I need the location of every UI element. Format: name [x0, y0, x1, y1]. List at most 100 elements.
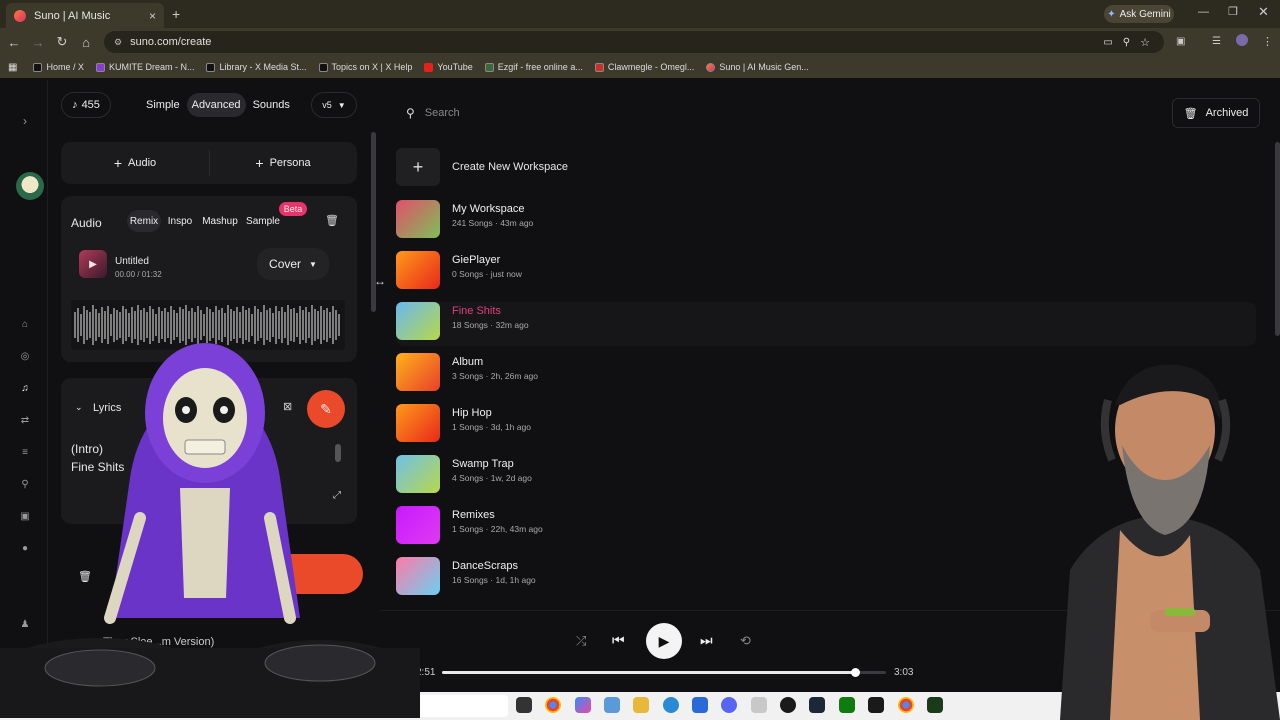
caret-down-icon: ▼	[309, 259, 317, 269]
task-view-icon[interactable]	[516, 697, 532, 713]
zoom-icon[interactable]: ⚲	[1123, 37, 1130, 48]
menu-kebab-icon[interactable]: ⋮	[1262, 35, 1273, 48]
archive-trash-icon: 🗑	[1183, 107, 1198, 120]
progress-track[interactable]	[442, 668, 886, 677]
mode-simple[interactable]: Simple	[141, 93, 185, 117]
add-persona-label: Persona	[269, 157, 311, 169]
trash-icon[interactable]: 🗑	[325, 214, 339, 227]
workspace-name: DanceScraps	[452, 560, 519, 572]
shuffle-icon[interactable]: ⤮	[576, 633, 586, 649]
play-icon: ▶	[658, 632, 670, 649]
browser-tab[interactable]: Suno | AI Music ×	[6, 3, 164, 28]
workspace-thumbnail	[396, 251, 440, 289]
skeleton-dj-overlay	[0, 343, 420, 718]
bookmark-item[interactable]: Topics on X | X Help	[318, 62, 413, 72]
steam-taskbar-icon[interactable]	[809, 697, 825, 713]
apps-grid-icon[interactable]: ▦	[8, 62, 17, 73]
app-taskbar-icon[interactable]	[604, 697, 620, 713]
caret-down-icon: ▼	[337, 100, 346, 110]
audio-tab-inspo[interactable]: Inspo	[165, 210, 195, 232]
bookmark-star-icon[interactable]: ☆	[1140, 36, 1150, 49]
workspace-scrollbar[interactable]	[1275, 142, 1280, 336]
kumite-icon	[95, 62, 105, 72]
previous-icon[interactable]: ⏮	[612, 632, 625, 649]
forward-icon[interactable]: →	[26, 35, 50, 50]
bookmark-label: Topics on X | X Help	[331, 62, 413, 72]
app-taskbar-icon[interactable]	[751, 697, 767, 713]
gemini-sparkle-icon: ✦	[1107, 8, 1116, 20]
new-tab-button[interactable]: +	[172, 6, 180, 22]
tab-close-icon[interactable]: ×	[149, 9, 156, 23]
app-taskbar-icon[interactable]	[927, 697, 943, 713]
copilot-taskbar-icon[interactable]	[575, 697, 591, 713]
model-version-select[interactable]: v5 ▼	[311, 92, 357, 118]
bookmark-item[interactable]: Suno | AI Music Gen...	[706, 62, 809, 72]
play-button[interactable]: ▶	[646, 623, 682, 659]
minimize-icon[interactable]: —	[1198, 6, 1209, 18]
add-buttons-card: + Audio + Persona	[61, 142, 357, 184]
mode-switcher: Simple Advanced Sounds	[141, 92, 290, 118]
ask-gemini-button[interactable]: ✦ Ask Gemini	[1104, 5, 1174, 23]
home-icon[interactable]: ⌂	[74, 35, 98, 50]
track-cover-play[interactable]: ▶	[79, 250, 107, 278]
bookmark-item[interactable]: YouTube	[424, 62, 473, 72]
workspace-row[interactable]: GiePlayer 0 Songs · just now	[396, 251, 1256, 295]
next-icon[interactable]: ⏭	[700, 632, 713, 649]
youtube-icon	[424, 62, 434, 72]
bookmark-item[interactable]: KUMITE Dream - N...	[95, 62, 194, 72]
workspace-row[interactable]: My Workspace 241 Songs · 43m ago	[396, 200, 1256, 244]
address-bar[interactable]: ⚙ suno.com/create ▭ ⚲ ☆	[104, 31, 1164, 53]
edge-taskbar-icon[interactable]	[663, 697, 679, 713]
bookmark-label: YouTube	[437, 62, 473, 72]
profile-avatar[interactable]	[1236, 34, 1248, 46]
workspace-meta: 0 Songs · just now	[452, 269, 522, 279]
mode-advanced[interactable]: Advanced	[186, 93, 246, 117]
audio-tab-mashup[interactable]: Mashup	[199, 210, 241, 232]
audio-tab-sample[interactable]: Sample	[245, 210, 281, 232]
progress-knob[interactable]	[850, 668, 860, 677]
workspace-meta: 3 Songs · 2h, 26m ago	[452, 371, 539, 381]
reload-icon[interactable]: ↻	[50, 34, 74, 50]
chrome-taskbar-icon[interactable]	[898, 697, 914, 713]
extensions-icon[interactable]: ☰	[1212, 36, 1221, 47]
bookmark-label: Suno | AI Music Gen...	[719, 62, 809, 72]
chrome-taskbar-icon[interactable]	[545, 697, 561, 713]
user-avatar[interactable]	[16, 172, 44, 200]
suno-icon	[706, 62, 716, 72]
xbox-taskbar-icon[interactable]	[839, 697, 855, 713]
expand-chevron-icon[interactable]: ›	[20, 115, 30, 127]
window-close-icon[interactable]: ✕	[1258, 4, 1269, 20]
bookmark-item[interactable]: Ezgif - free online a...	[484, 62, 583, 72]
mode-sounds[interactable]: Sounds	[248, 93, 295, 117]
site-info-icon[interactable]: ⚙	[114, 37, 122, 48]
bookmark-label: Library - X Media St...	[219, 62, 307, 72]
file-explorer-icon[interactable]	[633, 697, 649, 713]
back-icon[interactable]: ←	[2, 35, 26, 50]
maximize-icon[interactable]: ❐	[1228, 5, 1238, 18]
workspace-row-active[interactable]: Fine Shits 18 Songs · 32m ago	[396, 302, 1256, 346]
discord-taskbar-icon[interactable]	[721, 697, 737, 713]
bookmarks-bar: ▦ Home / X KUMITE Dream - N... Library -…	[0, 56, 1280, 78]
credits-badge[interactable]: ♪ 455	[61, 92, 111, 118]
cast-icon[interactable]: ▭	[1103, 37, 1112, 48]
cover-mode-select[interactable]: Cover ▼	[257, 248, 329, 280]
eye-right	[220, 406, 228, 414]
resize-cursor-icon: ↔	[374, 274, 386, 288]
repeat-icon[interactable]: ⟲	[740, 633, 751, 649]
taskbar-search-box[interactable]	[418, 695, 508, 717]
sidepanel-icon[interactable]: ▣	[1176, 36, 1185, 47]
app-taskbar-icon[interactable]	[780, 697, 796, 713]
app-taskbar-icon[interactable]	[868, 697, 884, 713]
bookmark-item[interactable]: Home / X	[33, 62, 84, 72]
bookmark-item[interactable]: Clawmegle - Omegl...	[594, 62, 694, 72]
add-persona-button[interactable]: + Persona	[209, 142, 357, 184]
total-time: 3:03	[894, 667, 914, 678]
search-bar[interactable]: ⚲ Search	[394, 100, 1164, 126]
add-audio-button[interactable]: + Audio	[61, 142, 209, 184]
x-logo-icon	[33, 62, 43, 72]
audio-tab-remix[interactable]: Remix	[127, 210, 161, 232]
create-workspace-row[interactable]: + Create New Workspace	[396, 148, 1256, 192]
archived-button[interactable]: 🗑 Archived	[1172, 98, 1260, 128]
app-taskbar-icon[interactable]	[692, 697, 708, 713]
bookmark-item[interactable]: Library - X Media St...	[206, 62, 307, 72]
